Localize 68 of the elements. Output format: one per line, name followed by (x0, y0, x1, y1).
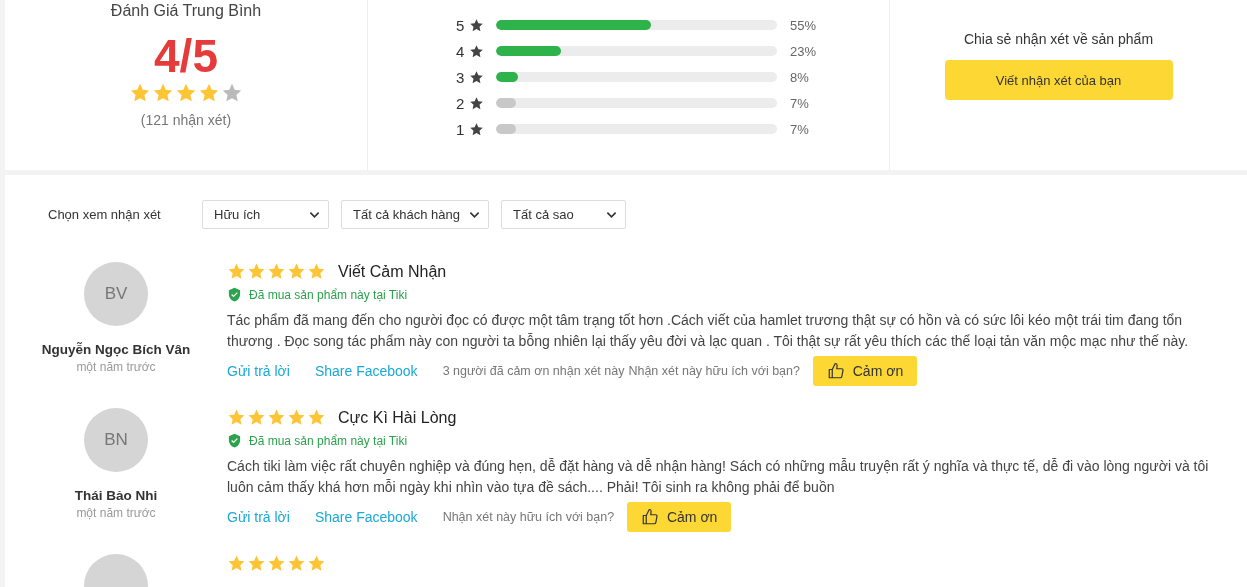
star-icon (227, 408, 246, 427)
star-icon (247, 554, 266, 573)
chevron-down-icon (469, 210, 480, 219)
star-icon (227, 554, 246, 573)
star-icon (287, 262, 306, 281)
average-rating-title: Đánh Giá Trung Bình (110, 2, 262, 20)
review-text: Tác phẩm đã mang đến cho người đọc có được một tâm trạng tốt hơn .Cách viết của hamlet trương thật sự có hồn và có sức lôi kéo một trái tim đang tổn thương . Đọc song tác phẩm này con người ta bỗng nhiên lại thấy yêu đời và lạc quan . Tôi thật sự rất yêu thích các thể loại tản văn mộc mạc như thế này. (227, 311, 1190, 351)
review-text: Cách tiki làm việc rất chuyên nghiệp và đúng hẹn, dễ đặt hàng và dễ nhận hàng! Sách có những mẫu truyện rất ý nghĩa và thực tế, dễ đi vào lòng người và tôi luôn cảm thấy khá hơn mỗi ngày khi nhìn vào tựa đề sách.... Phải! Tôi sinh ra không phải để buồn (227, 457, 1210, 497)
star-icon (198, 82, 220, 104)
reviewer-name: Thái Bảo Nhi (74, 488, 158, 503)
thanks-button[interactable]: Cảm ơn (812, 356, 917, 386)
star-icon (469, 43, 484, 59)
star-icon (267, 554, 286, 573)
review-count: (121 nhận xét) (140, 112, 232, 128)
star-level-label: 3 (456, 68, 466, 86)
review-time: một năm trước (76, 506, 156, 520)
filter-dropdown[interactable]: Tất cả khách hàng (341, 200, 489, 229)
star-icon (307, 408, 326, 427)
star-icon (307, 554, 326, 573)
rating-percent: 8% (790, 69, 809, 85)
filter-dropdown[interactable]: Hữu ích (202, 200, 329, 229)
filter-dropdown[interactable]: Tất cả sao (501, 200, 626, 229)
avatar-initials: BN (104, 430, 128, 450)
chevron-down-icon (309, 210, 320, 219)
star-level-label: 1 (456, 120, 466, 138)
star-icon (469, 95, 484, 111)
star-icon (221, 82, 243, 104)
write-review-button[interactable]: Viết nhận xét của bạn (944, 60, 1173, 100)
helpful-question: Nhận xét này hữu ích với bạn? (628, 364, 800, 378)
thumbs-up-icon (826, 362, 845, 380)
review-title: Viết Cảm Nhận (338, 262, 447, 281)
star-level-label: 2 (456, 94, 466, 112)
star-icon (129, 82, 151, 104)
star-icon (227, 262, 246, 281)
reviewer-name: Nguyễn Ngọc Bích Vân (41, 342, 191, 357)
thumbs-up-icon (640, 508, 659, 526)
review-time: một năm trước (76, 360, 156, 374)
star-icon (469, 17, 484, 33)
star-icon (469, 121, 484, 137)
rating-percent: 55% (790, 17, 817, 33)
star-icon (287, 554, 306, 573)
star-icon (175, 82, 197, 104)
star-icon (469, 69, 484, 85)
chevron-down-icon (606, 210, 617, 219)
star-level-label: 5 (456, 16, 466, 34)
rating-percent: 7% (790, 95, 809, 111)
star-icon (152, 82, 174, 104)
share-prompt: Chia sẻ nhận xét về sản phẩm (963, 31, 1154, 47)
filter-label: Chọn xem nhận xét (48, 207, 162, 222)
star-icon (267, 262, 286, 281)
thanks-count: 3 người đã cảm ơn nhận xét này (442, 364, 625, 378)
star-icon (247, 262, 266, 281)
avatar-initials: BV (104, 284, 128, 304)
star-level-label: 4 (456, 42, 466, 60)
average-score: 4/5 (154, 30, 218, 82)
helpful-question: Nhận xét này hữu ích với bạn? (442, 510, 615, 524)
rating-percent: 23% (790, 43, 817, 59)
shield-check-icon (227, 433, 242, 448)
thanks-button[interactable]: Cảm ơn (627, 502, 732, 532)
star-icon (267, 408, 286, 427)
star-icon (307, 262, 326, 281)
star-icon (287, 408, 306, 427)
review-title: Cực Kì Hài Lòng (338, 408, 457, 427)
verified-purchase-text: Đã mua sản phẩm này tại Tiki (249, 287, 408, 302)
shield-check-icon (227, 287, 242, 302)
rating-percent: 7% (790, 121, 809, 137)
star-icon (247, 408, 266, 427)
verified-purchase-text: Đã mua sản phẩm này tại Tiki (249, 433, 408, 448)
